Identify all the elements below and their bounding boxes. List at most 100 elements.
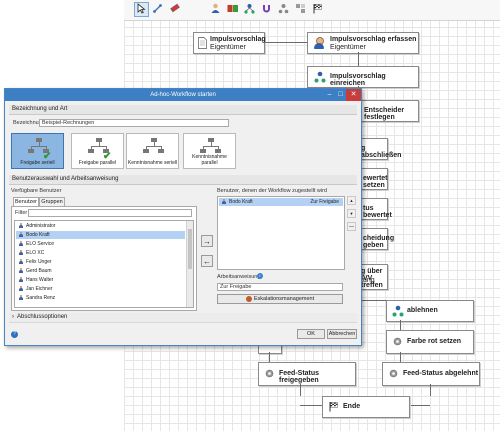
node-submit[interactable]: Impulsvorschlag einreichen — [307, 66, 419, 88]
list-item[interactable]: Sandra Renz — [16, 294, 185, 302]
type-label: Kenntnisnahme seriell — [127, 160, 178, 166]
section-name-type: Bezeichnung und Art — [9, 105, 357, 115]
ok-button[interactable]: OK — [297, 329, 325, 339]
delete-user-button[interactable]: — — [347, 222, 356, 231]
maximize-icon[interactable]: □ — [335, 89, 346, 101]
filter-input[interactable] — [28, 209, 192, 217]
list-item[interactable]: Administrator — [16, 222, 185, 230]
magnet-icon[interactable] — [260, 3, 273, 16]
workflow-tree-icon: ✔ — [88, 138, 111, 162]
instruction-label: Arbeitsanweisung — [217, 274, 261, 280]
node-feed-rejected[interactable]: Feed-Status abgelehnt — [382, 362, 480, 386]
start-node[interactable]: Impulsvorschlag Eigentümer — [193, 32, 266, 54]
list-item[interactable]: ELO XC — [16, 249, 185, 257]
escalation-icon — [245, 295, 252, 302]
connector-icon[interactable] — [151, 3, 164, 16]
completion-options-label: Abschlussoptionen — [17, 314, 68, 320]
move-up-button[interactable]: ▲ — [347, 196, 356, 205]
type-serial-approval[interactable]: ✔ Freigabe seriell — [11, 133, 64, 169]
move-down-button[interactable]: ▼ — [347, 209, 356, 218]
help-icon[interactable]: ? — [11, 331, 18, 338]
tab-users[interactable]: Benutzer — [13, 197, 39, 206]
split-node-icon[interactable] — [243, 3, 256, 16]
split-icon — [314, 71, 326, 85]
node-subtitle: Eigentümer — [330, 44, 366, 51]
node-title: cheidung geben — [363, 235, 395, 249]
document-icon — [198, 37, 207, 51]
node-title: Ende — [343, 403, 361, 410]
type-parallel-notice[interactable]: Kenntnisnahme parallel — [183, 133, 236, 169]
user-name: Sandra Renz — [26, 295, 56, 301]
node-title: Impulsvorschlag — [210, 36, 266, 43]
assigned-users-list: Bodo Kraft Zur Freigabe — [217, 196, 345, 270]
user-node-icon[interactable] — [209, 3, 222, 16]
user-name: ELO XC — [26, 250, 45, 256]
gear-icon — [388, 368, 399, 381]
node-title: Farbe rot setzen — [407, 338, 462, 345]
users-scrollbar[interactable] — [186, 221, 193, 307]
filter-label: Filter — [15, 210, 28, 216]
node-subtitle: tung — [361, 277, 375, 284]
assigned-users-label: Benutzer, denen der Workflow zugestellt … — [217, 188, 327, 194]
list-item[interactable]: Jan Eichner — [16, 285, 185, 293]
approval-node-icon[interactable] — [226, 3, 239, 16]
eraser-icon[interactable] — [168, 3, 181, 16]
user-name: Felix Unger — [26, 259, 52, 265]
list-item[interactable]: Felix Unger — [16, 258, 185, 266]
name-input[interactable]: Beispiel-Rechnungen — [39, 119, 229, 127]
list-item[interactable]: Bodo Kraft — [16, 231, 185, 239]
list-item[interactable]: ELO Service — [16, 240, 185, 248]
pointer-icon[interactable] — [134, 2, 149, 17]
list-item[interactable]: Gerd Baum — [16, 267, 185, 275]
gateway-node-icon[interactable] — [294, 3, 307, 16]
info-icon: i — [257, 273, 263, 279]
end-flag-icon — [328, 401, 339, 414]
node-title: Feed-Status freigegeben — [279, 370, 320, 384]
node-title: Impulsvorschlag einreichen — [330, 73, 386, 87]
chevron-right-icon: › — [12, 314, 14, 320]
node-title: g abschließen — [361, 145, 402, 159]
available-users-list: Administrator Bodo Kraft ELO Service ELO… — [14, 220, 194, 308]
assignment-note: Zur Freigabe — [310, 199, 339, 205]
workflow-tree-icon — [143, 138, 165, 160]
completion-options-expander[interactable]: › Abschlussoptionen — [9, 313, 357, 323]
list-item[interactable]: Hans Walter — [16, 276, 185, 284]
node-capture[interactable]: Impulsvorschlag erfassen Eigentümer — [307, 32, 419, 54]
instruction-input[interactable]: Zur Freigabe — [217, 283, 343, 291]
type-label: Freigabe seriell — [20, 160, 55, 166]
dialog-titlebar[interactable]: Ad-hoc-Workflow starten – □ ✕ — [5, 89, 361, 101]
node-feed-approved[interactable]: Feed-Status freigegeben — [258, 362, 356, 386]
list-item[interactable]: Bodo Kraft Zur Freigabe — [219, 198, 343, 206]
escalation-button[interactable]: Eskalationsmanagement — [217, 294, 343, 304]
section-users: Benutzerauswahl und Arbeitsanweisung — [9, 175, 357, 185]
available-users-label: Verfügbare Benutzer — [11, 188, 62, 194]
node-end[interactable]: Ende — [322, 396, 410, 418]
add-user-button[interactable]: → — [201, 235, 213, 247]
user-name: Jan Eichner — [26, 286, 53, 292]
node-red-color[interactable]: Farbe rot setzen — [386, 330, 474, 354]
section-label: Bezeichnung und Art — [12, 106, 68, 112]
end-flag-icon[interactable] — [311, 3, 324, 16]
node-title: Impulsvorschlag erfassen — [330, 36, 417, 43]
user-name: Hans Walter — [26, 277, 54, 283]
type-parallel-approval[interactable]: ✔ Freigabe parallel — [71, 133, 124, 169]
user-name: Bodo Kraft — [26, 232, 50, 238]
dialog-title: Ad-hoc-Workflow starten — [150, 92, 216, 98]
remove-user-button[interactable]: ← — [201, 255, 213, 267]
user-name: Gerd Baum — [26, 268, 52, 274]
split-icon — [392, 305, 404, 319]
node-title: Entscheider festlegen — [364, 107, 405, 121]
user-name: Bodo Kraft — [229, 199, 253, 205]
section-label: Benutzerauswahl und Arbeitsanweisung — [12, 176, 119, 182]
minimize-icon[interactable]: – — [324, 89, 335, 101]
tab-groups[interactable]: Gruppen — [39, 197, 65, 206]
node-reject[interactable]: ablehnen — [386, 300, 474, 322]
close-icon[interactable]: ✕ — [346, 89, 361, 101]
adhoc-workflow-dialog: Ad-hoc-Workflow starten – □ ✕ Bezeichnung … — [4, 88, 362, 346]
node-title: Feed-Status abgelehnt — [403, 370, 479, 377]
type-serial-notice[interactable]: Kenntnisnahme seriell — [126, 133, 179, 169]
script-node-icon[interactable] — [277, 3, 290, 16]
escalation-label: Eskalationsmanagement — [253, 296, 315, 302]
designer-toolbar — [124, 0, 500, 21]
cancel-button[interactable]: Abbrechen — [327, 329, 357, 339]
